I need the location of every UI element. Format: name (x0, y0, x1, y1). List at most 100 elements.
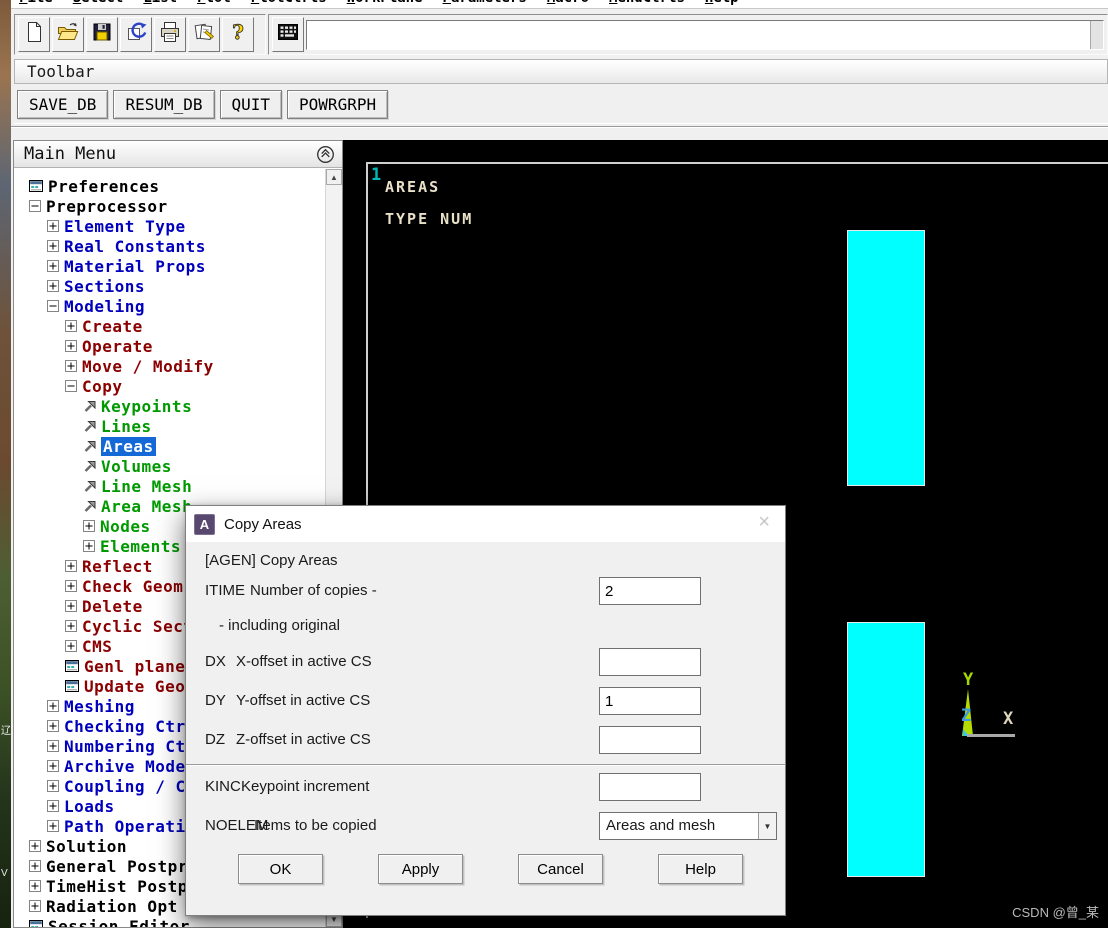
chevron-down-icon[interactable]: ▼ (758, 813, 776, 839)
itime-field[interactable] (599, 577, 701, 605)
plus-box-icon[interactable] (47, 700, 59, 712)
open-folder-button[interactable] (52, 17, 84, 52)
tree-item-sections[interactable]: Sections (47, 276, 145, 296)
resum-db-button[interactable]: RESUM_DB (113, 90, 215, 119)
plus-box-icon[interactable] (65, 360, 77, 372)
tree-item-meshing[interactable]: Meshing (47, 696, 135, 716)
plus-box-icon[interactable] (65, 600, 77, 612)
report-generator-button[interactable] (188, 17, 220, 52)
command-input[interactable] (307, 20, 1090, 49)
refresh-plot-button[interactable] (120, 17, 152, 52)
tree-item-modeling[interactable]: Modeling (47, 296, 145, 316)
menu-item-plot[interactable]: Plot (197, 0, 231, 8)
tree-item-lines[interactable]: Lines (83, 416, 152, 436)
plus-box-icon[interactable] (47, 820, 59, 832)
tree-item-nodes[interactable]: Nodes (83, 516, 151, 536)
plus-box-icon[interactable] (29, 840, 41, 852)
menu-item-menuctrls[interactable]: MenuCtrls (609, 0, 685, 8)
plus-box-icon[interactable] (83, 520, 95, 532)
menu-item-select[interactable]: Select (73, 0, 124, 8)
command-input-scroll-nub[interactable] (1090, 20, 1103, 49)
tree-item-real-constants[interactable]: Real Constants (47, 236, 206, 256)
plus-box-icon[interactable] (29, 880, 41, 892)
menu-item-parameters[interactable]: Parameters (443, 0, 527, 8)
plus-box-icon[interactable] (47, 780, 59, 792)
tree-item-line-mesh[interactable]: Line Mesh (83, 476, 192, 496)
minus-box-icon[interactable] (65, 380, 77, 392)
plus-box-icon[interactable] (29, 900, 41, 912)
plus-box-icon[interactable] (65, 560, 77, 572)
tree-item-area-mesh[interactable]: Area Mesh (83, 496, 192, 516)
plus-box-icon[interactable] (83, 540, 95, 552)
tree-item-reflect[interactable]: Reflect (65, 556, 153, 576)
tree-item-preprocessor[interactable]: Preprocessor (29, 196, 168, 216)
cancel-button[interactable]: Cancel (518, 854, 603, 884)
print-button[interactable] (154, 17, 186, 52)
tree-item-cms[interactable]: CMS (65, 636, 112, 656)
save-db-button[interactable]: SAVE_DB (17, 90, 109, 119)
tree-item-session-editor[interactable]: Session Editor (29, 916, 190, 927)
noelem-dropdown[interactable]: Areas and mesh ▼ (599, 812, 777, 840)
plus-box-icon[interactable] (47, 220, 59, 232)
plus-box-icon[interactable] (47, 760, 59, 772)
dx-field[interactable] (599, 648, 701, 676)
menu-item-help[interactable]: Help (705, 0, 739, 8)
tree-item-element-type[interactable]: Element Type (47, 216, 186, 236)
plus-box-icon[interactable] (65, 320, 77, 332)
tree-item-copy[interactable]: Copy (65, 376, 123, 396)
close-icon[interactable]: × (758, 512, 770, 532)
plus-box-icon[interactable] (47, 240, 59, 252)
tree-item-create[interactable]: Create (65, 316, 143, 336)
quit-button[interactable]: QUIT (219, 90, 283, 119)
tree-item-check-geom[interactable]: Check Geom (65, 576, 183, 596)
powrgrph-button[interactable]: POWRGRPH (287, 90, 389, 119)
plus-box-icon[interactable] (29, 860, 41, 872)
tree-item-timehist-postpro[interactable]: TimeHist Postpro (29, 876, 208, 896)
plus-box-icon[interactable] (47, 720, 59, 732)
tree-item-solution[interactable]: Solution (29, 836, 127, 856)
menu-item-file[interactable]: File (19, 0, 53, 8)
tree-item-volumes[interactable]: Volumes (83, 456, 172, 476)
ok-button[interactable]: OK (238, 854, 323, 884)
dialog-title-bar[interactable]: A Copy Areas × (186, 506, 785, 542)
menu-item-plotctrls[interactable]: PlotCtrls (251, 0, 327, 8)
new-file-button[interactable] (18, 17, 50, 52)
tree-item-checking-ctrls[interactable]: Checking Ctrls (47, 716, 206, 736)
plus-box-icon[interactable] (47, 740, 59, 752)
help-button[interactable]: ? (222, 17, 254, 52)
menu-item-macro[interactable]: Macro (547, 0, 589, 8)
tree-item-material-props[interactable]: Material Props (47, 256, 206, 276)
plus-box-icon[interactable] (65, 340, 77, 352)
plus-box-icon[interactable] (65, 620, 77, 632)
plus-box-icon[interactable] (47, 280, 59, 292)
menu-item-workplane[interactable]: WorkPlane (347, 0, 423, 8)
help-button[interactable]: Help (658, 854, 743, 884)
dz-field[interactable] (599, 726, 701, 754)
plus-box-icon[interactable] (47, 800, 59, 812)
tree-item-areas[interactable]: Areas (83, 436, 156, 456)
minus-box-icon[interactable] (47, 300, 59, 312)
keypad-button[interactable] (272, 17, 304, 52)
tree-item-move-modify[interactable]: Move / Modify (65, 356, 214, 376)
scroll-up-button[interactable]: ▲ (326, 169, 342, 185)
apply-button[interactable]: Apply (378, 854, 463, 884)
chevron-up-circle-icon[interactable] (316, 145, 335, 164)
tree-item-loads[interactable]: Loads (47, 796, 115, 816)
tree-item-update-geom[interactable]: Update Geom (65, 676, 195, 696)
tree-item-operate[interactable]: Operate (65, 336, 153, 356)
tree-item-elements[interactable]: Elements (83, 536, 181, 556)
tree-item-keypoints[interactable]: Keypoints (83, 396, 192, 416)
menu-item-list[interactable]: List (143, 0, 177, 8)
tree-item-general-postproc[interactable]: General Postproc (29, 856, 208, 876)
tree-item-delete[interactable]: Delete (65, 596, 143, 616)
minus-box-icon[interactable] (29, 200, 41, 212)
dy-field[interactable] (599, 687, 701, 715)
tree-item-archive-model[interactable]: Archive Model (47, 756, 196, 776)
kinc-field[interactable] (599, 773, 701, 801)
plus-box-icon[interactable] (65, 640, 77, 652)
tree-item-preferences[interactable]: Preferences (29, 176, 159, 196)
save-db-button[interactable] (86, 17, 118, 52)
plus-box-icon[interactable] (65, 580, 77, 592)
tree-item-radiation-opt[interactable]: Radiation Opt (29, 896, 178, 916)
plus-box-icon[interactable] (47, 260, 59, 272)
